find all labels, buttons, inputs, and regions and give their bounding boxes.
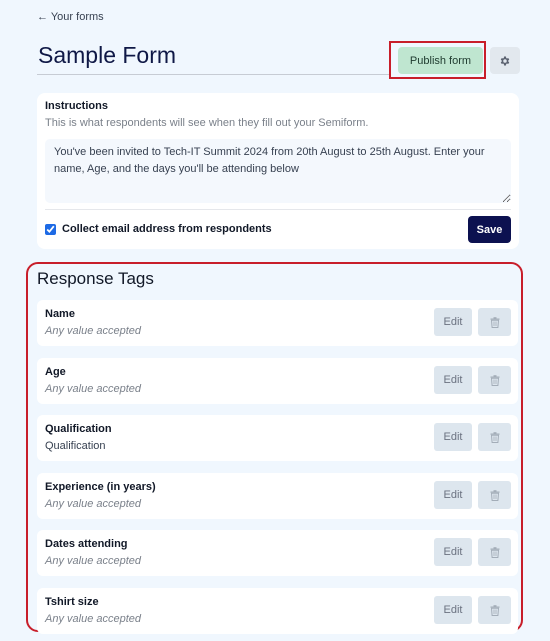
tag-name: Age	[45, 366, 66, 378]
back-to-forms-link[interactable]: ← Your forms	[37, 11, 104, 23]
tag-description: Any value accepted	[45, 555, 142, 567]
response-tag-item: Tshirt size Any value accepted Edit	[37, 588, 518, 634]
publish-form-button[interactable]: Publish form	[398, 47, 483, 74]
tag-name: Dates attending	[45, 538, 128, 550]
collect-email-option[interactable]: Collect email address from respondents	[45, 223, 272, 235]
delete-tag-button[interactable]	[478, 423, 511, 451]
tag-description: Any value accepted	[45, 498, 142, 510]
trash-icon	[490, 604, 499, 616]
instructions-label: Instructions	[45, 100, 108, 112]
edit-tag-button[interactable]: Edit	[434, 366, 472, 394]
gear-icon	[500, 56, 510, 65]
tag-name: Experience (in years)	[45, 481, 156, 493]
trash-icon	[490, 431, 499, 443]
title-divider	[37, 74, 389, 75]
tag-description: Any value accepted	[45, 613, 142, 625]
edit-tag-button[interactable]: Edit	[434, 596, 472, 624]
delete-tag-button[interactable]	[478, 366, 511, 394]
response-tag-item: Qualification Qualification Edit	[37, 415, 518, 461]
trash-icon	[490, 546, 499, 558]
response-tag-item: Dates attending Any value accepted Edit	[37, 530, 518, 576]
save-button[interactable]: Save	[468, 216, 511, 243]
settings-button[interactable]	[490, 47, 520, 74]
collect-email-label: Collect email address from respondents	[62, 223, 272, 235]
tag-description: Any value accepted	[45, 383, 142, 395]
response-tag-item: Experience (in years) Any value accepted…	[37, 473, 518, 519]
tag-description: Qualification	[45, 440, 106, 452]
edit-tag-button[interactable]: Edit	[434, 423, 472, 451]
response-tag-item: Name Any value accepted Edit	[37, 300, 518, 346]
delete-tag-button[interactable]	[478, 538, 511, 566]
response-tags-title: Response Tags	[37, 269, 154, 288]
page-title: Sample Form	[38, 42, 177, 68]
card-divider	[45, 209, 511, 210]
edit-tag-button[interactable]: Edit	[434, 481, 472, 509]
trash-icon	[490, 316, 499, 328]
instructions-help-text: This is what respondents will see when t…	[45, 117, 369, 129]
tag-name: Tshirt size	[45, 596, 99, 608]
edit-tag-button[interactable]: Edit	[434, 538, 472, 566]
delete-tag-button[interactable]	[478, 596, 511, 624]
instructions-card: Instructions This is what respondents wi…	[37, 93, 519, 249]
tag-name: Qualification	[45, 423, 112, 435]
instructions-textarea[interactable]: You've been invited to Tech-IT Summit 20…	[45, 139, 511, 203]
tag-description: Any value accepted	[45, 325, 142, 337]
response-tag-item: Age Any value accepted Edit	[37, 358, 518, 404]
trash-icon	[490, 489, 499, 501]
edit-tag-button[interactable]: Edit	[434, 308, 472, 336]
trash-icon	[490, 374, 499, 386]
delete-tag-button[interactable]	[478, 481, 511, 509]
tag-name: Name	[45, 308, 75, 320]
collect-email-checkbox[interactable]	[45, 223, 56, 235]
delete-tag-button[interactable]	[478, 308, 511, 336]
